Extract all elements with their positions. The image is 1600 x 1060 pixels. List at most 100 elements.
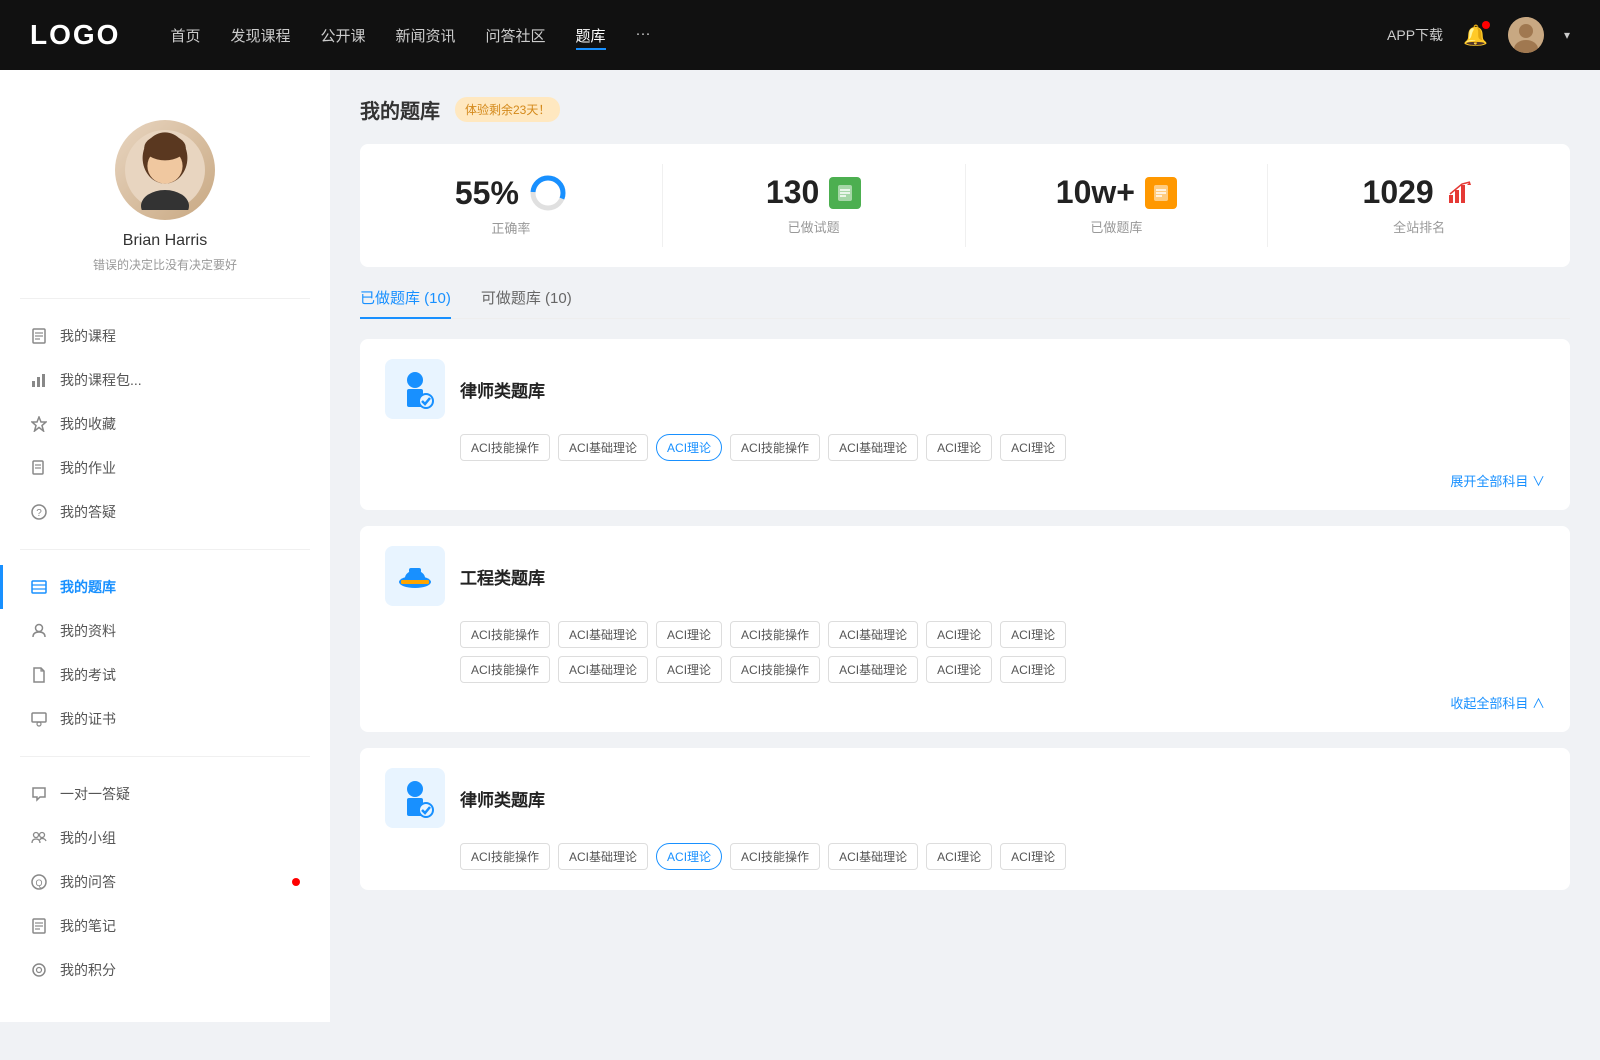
qbank-tag-3-5[interactable]: ACI理论 bbox=[926, 843, 992, 870]
qbank-title-1: 律师类题库 bbox=[460, 377, 545, 402]
nav-more[interactable]: ··· bbox=[636, 21, 651, 50]
qa-icon: Q bbox=[30, 873, 48, 891]
qbank-tags-2: ACI技能操作 ACI基础理论 ACI理论 ACI技能操作 ACI基础理论 AC… bbox=[460, 621, 1545, 648]
qbank-card-lawyer-2: 律师类题库 ACI技能操作 ACI基础理论 ACI理论 ACI技能操作 ACI基… bbox=[360, 748, 1570, 890]
sidebar-motto: 错误的决定比没有决定要好 bbox=[93, 256, 237, 273]
stat-ranking-number: 1029 bbox=[1363, 174, 1434, 211]
tab-done-banks[interactable]: 已做题库 (10) bbox=[360, 287, 451, 318]
nav-news[interactable]: 新闻资讯 bbox=[396, 21, 456, 50]
qbank-tag-3-1[interactable]: ACI基础理论 bbox=[558, 843, 648, 870]
navbar: LOGO 首页 发现课程 公开课 新闻资讯 问答社区 题库 ··· APP下载 … bbox=[0, 0, 1600, 70]
sidebar-item-my-notes[interactable]: 我的笔记 bbox=[0, 904, 330, 948]
qbank-tag-2-4[interactable]: ACI基础理论 bbox=[828, 621, 918, 648]
chart-icon bbox=[30, 371, 48, 389]
qbank-tag-2-13[interactable]: ACI理论 bbox=[1000, 656, 1066, 683]
sidebar-item-my-group[interactable]: 我的小组 bbox=[0, 816, 330, 860]
sidebar: Brian Harris 错误的决定比没有决定要好 我的课程 我的课程包... bbox=[0, 70, 330, 1022]
sidebar-item-my-profile[interactable]: 我的资料 bbox=[0, 609, 330, 653]
qbank-title-2: 工程类题库 bbox=[460, 564, 545, 589]
qbank-tag-2-11[interactable]: ACI基础理论 bbox=[828, 656, 918, 683]
sidebar-item-my-exam[interactable]: 我的考试 bbox=[0, 653, 330, 697]
tab-available-banks[interactable]: 可做题库 (10) bbox=[481, 287, 572, 318]
qbank-tag-1-4[interactable]: ACI基础理论 bbox=[828, 434, 918, 461]
sidebar-label-my-points: 我的积分 bbox=[60, 960, 116, 980]
qbank-tag-2-1[interactable]: ACI基础理论 bbox=[558, 621, 648, 648]
qbank-tag-1-0[interactable]: ACI技能操作 bbox=[460, 434, 550, 461]
stat-done-questions-number: 130 bbox=[766, 174, 819, 211]
qbank-tag-1-5[interactable]: ACI理论 bbox=[926, 434, 992, 461]
edit-icon bbox=[30, 459, 48, 477]
qbank-card-header-1: 律师类题库 bbox=[385, 359, 1545, 419]
qbank-tag-2-7[interactable]: ACI技能操作 bbox=[460, 656, 550, 683]
notification-bell[interactable]: 🔔 bbox=[1463, 23, 1488, 48]
notification-dot bbox=[1482, 21, 1490, 29]
donut-chart-icon bbox=[529, 174, 567, 212]
stat-done-banks-label: 已做题库 bbox=[1090, 217, 1142, 236]
qbank-tag-1-3[interactable]: ACI技能操作 bbox=[730, 434, 820, 461]
stat-ranking-top: 1029 bbox=[1363, 174, 1476, 211]
qbank-tag-3-3[interactable]: ACI技能操作 bbox=[730, 843, 820, 870]
sidebar-label-one-on-one: 一对一答疑 bbox=[60, 784, 130, 804]
expand-link-1[interactable]: 展开全部科目 ∨ bbox=[1450, 471, 1545, 490]
sidebar-label-my-course: 我的课程 bbox=[60, 326, 116, 346]
profile-avatar bbox=[115, 120, 215, 220]
chat-icon bbox=[30, 785, 48, 803]
stat-accuracy-top: 55% bbox=[455, 174, 567, 212]
sidebar-item-my-qa[interactable]: ? 我的答疑 bbox=[0, 490, 330, 534]
nav-mooc[interactable]: 公开课 bbox=[320, 21, 365, 50]
stat-ranking-label: 全站排名 bbox=[1393, 217, 1445, 236]
nav-home[interactable]: 首页 bbox=[170, 21, 200, 50]
qbank-tag-2-6[interactable]: ACI理论 bbox=[1000, 621, 1066, 648]
sidebar-item-my-package[interactable]: 我的课程包... bbox=[0, 358, 330, 402]
sidebar-divider-3 bbox=[20, 756, 310, 757]
sidebar-item-my-homework[interactable]: 我的作业 bbox=[0, 446, 330, 490]
qbank-tag-2-2[interactable]: ACI理论 bbox=[656, 621, 722, 648]
sidebar-item-my-points[interactable]: 我的积分 bbox=[0, 948, 330, 992]
qbank-tag-2-8[interactable]: ACI基础理论 bbox=[558, 656, 648, 683]
avatar[interactable] bbox=[1508, 17, 1544, 53]
sidebar-label-my-qbank: 我的题库 bbox=[60, 577, 116, 597]
sidebar-item-my-cert[interactable]: 我的证书 bbox=[0, 697, 330, 741]
sidebar-item-one-on-one[interactable]: 一对一答疑 bbox=[0, 772, 330, 816]
sidebar-label-my-homework: 我的作业 bbox=[60, 458, 116, 478]
svg-text:?: ? bbox=[36, 508, 42, 519]
qbank-tag-3-2[interactable]: ACI理论 bbox=[656, 843, 722, 870]
sidebar-item-my-favorites[interactable]: 我的收藏 bbox=[0, 402, 330, 446]
qbank-tag-2-12[interactable]: ACI理论 bbox=[926, 656, 992, 683]
nav-discover[interactable]: 发现课程 bbox=[230, 21, 290, 50]
file-icon bbox=[30, 666, 48, 684]
nav-qbank[interactable]: 题库 bbox=[576, 21, 606, 50]
collapse-link-2[interactable]: 收起全部科目 ∧ bbox=[1450, 693, 1545, 712]
svg-text:Q: Q bbox=[35, 878, 42, 888]
qbank-tag-1-6[interactable]: ACI理论 bbox=[1000, 434, 1066, 461]
stat-done-questions: 130 已做试题 bbox=[663, 164, 966, 247]
qbank-tag-3-6[interactable]: ACI理论 bbox=[1000, 843, 1066, 870]
qbank-card-engineer: 工程类题库 ACI技能操作 ACI基础理论 ACI理论 ACI技能操作 ACI基… bbox=[360, 526, 1570, 732]
qbank-tag-2-10[interactable]: ACI技能操作 bbox=[730, 656, 820, 683]
tabs-row: 已做题库 (10) 可做题库 (10) bbox=[360, 287, 1570, 319]
sidebar-label-my-qa: 我的答疑 bbox=[60, 502, 116, 522]
qbank-tag-1-1[interactable]: ACI基础理论 bbox=[558, 434, 648, 461]
qbank-card-header-3: 律师类题库 bbox=[385, 768, 1545, 828]
qbank-tag-2-9[interactable]: ACI理论 bbox=[656, 656, 722, 683]
sidebar-label-my-group: 我的小组 bbox=[60, 828, 116, 848]
green-doc-icon bbox=[829, 177, 861, 209]
nav-links: 首页 发现课程 公开课 新闻资讯 问答社区 题库 ··· bbox=[170, 21, 1387, 50]
sidebar-item-my-answers[interactable]: Q 我的问答 bbox=[0, 860, 330, 904]
qbank-engineer-icon bbox=[385, 546, 445, 606]
app-download-button[interactable]: APP下载 bbox=[1387, 25, 1443, 45]
yellow-doc-icon bbox=[1145, 177, 1177, 209]
sidebar-item-my-qbank[interactable]: 我的题库 bbox=[0, 565, 330, 609]
qbank-tag-1-2[interactable]: ACI理论 bbox=[656, 434, 722, 461]
sidebar-item-my-course[interactable]: 我的课程 bbox=[0, 314, 330, 358]
avatar-dropdown-arrow[interactable]: ▾ bbox=[1564, 28, 1570, 42]
qbank-tag-3-4[interactable]: ACI基础理论 bbox=[828, 843, 918, 870]
qbank-tag-3-0[interactable]: ACI技能操作 bbox=[460, 843, 550, 870]
stat-done-questions-label: 已做试题 bbox=[788, 217, 840, 236]
qbank-tag-2-3[interactable]: ACI技能操作 bbox=[730, 621, 820, 648]
nav-qa[interactable]: 问答社区 bbox=[486, 21, 546, 50]
qbank-tag-2-5[interactable]: ACI理论 bbox=[926, 621, 992, 648]
qbank-tag-2-0[interactable]: ACI技能操作 bbox=[460, 621, 550, 648]
stat-ranking: 1029 全站排名 bbox=[1268, 164, 1570, 247]
navbar-right: APP下载 🔔 ▾ bbox=[1387, 17, 1570, 53]
